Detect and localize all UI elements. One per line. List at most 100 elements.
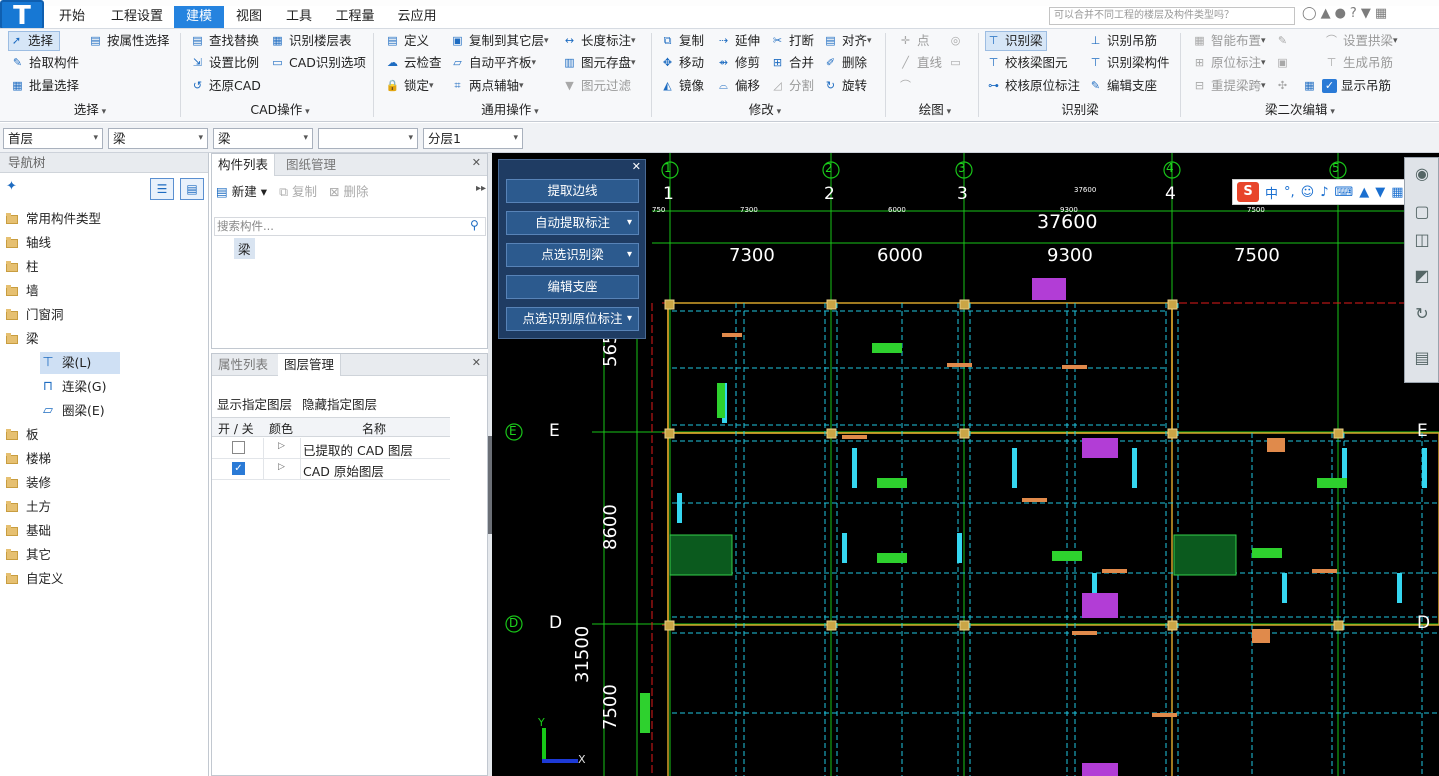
select-by-attribute-button[interactable]: ▤ 按属性选择 (88, 31, 169, 51)
skin-icon[interactable]: ▲ (1359, 185, 1369, 200)
tab-start[interactable]: 开始 (44, 6, 100, 28)
group-label-secondary[interactable]: 梁二次编辑 (1245, 101, 1355, 119)
tree-item-slab[interactable]: 板 (6, 424, 39, 446)
tree-item-other[interactable]: 其它 (6, 544, 51, 566)
auto-flush-slab-button[interactable]: ▱ 自动平齐板 (450, 53, 536, 73)
tree-item-foundation[interactable]: 基础 (6, 520, 51, 542)
list-view-icon[interactable]: ☰ (150, 178, 174, 200)
select-button[interactable]: ➚ 选择 (8, 31, 60, 51)
generate-hanger-button[interactable]: ⊤ 生成吊筋 (1324, 53, 1393, 73)
recognize-hanger-button[interactable]: ⊥ 识别吊筋 (1088, 31, 1157, 51)
floor-select[interactable]: 首层 (3, 128, 103, 149)
extract-edge-button[interactable]: 提取边线 (506, 179, 639, 203)
extend-button[interactable]: ⇢ 延伸 (716, 31, 760, 51)
tree-item-column[interactable]: 柱 (6, 256, 39, 278)
new-button[interactable]: ▤ 新建 ▾ (216, 181, 267, 200)
check-beam-element-button[interactable]: ⊤ 校核梁图元 (986, 53, 1068, 73)
expand-icon[interactable]: ▷ (278, 441, 285, 451)
pick-component-button[interactable]: ✎ 拾取构件 (10, 53, 79, 73)
tab-view[interactable]: 视图 (226, 6, 272, 28)
view-3d-icon[interactable]: ▢ (1409, 200, 1435, 224)
card-view-icon[interactable]: ▤ (180, 178, 204, 200)
tool-icon-a[interactable]: ✎ (1275, 31, 1294, 51)
trim-button[interactable]: ⇴ 修剪 (716, 53, 760, 73)
tab-drawing-management[interactable]: 图纸管理 (280, 154, 342, 176)
tree-item-beam[interactable]: 梁 (6, 328, 39, 350)
component-search-input[interactable]: 搜索构件... (214, 217, 486, 236)
group-label-modify[interactable]: 修改 (720, 101, 810, 119)
help-search-input[interactable]: 可以合并不同工程的楼层及构件类型吗？ (1049, 7, 1295, 25)
layer-settings-icon[interactable]: ▤ (1409, 346, 1435, 370)
edit-support-panel-button[interactable]: 编辑支座 (506, 275, 639, 299)
set-arch-beam-button[interactable]: ⌒ 设置拱梁 (1324, 31, 1398, 51)
hide-layer-button[interactable]: 隐藏指定图层 (302, 394, 377, 413)
tab-property-list[interactable]: 属性列表 (212, 354, 274, 376)
tab-component-list[interactable]: 构件列表 (212, 154, 276, 176)
emoji-icon[interactable]: ☺ (1301, 185, 1315, 200)
tree-item-openings[interactable]: 门窗洞 (6, 304, 64, 326)
help-icon[interactable]: ? (1350, 6, 1357, 26)
group-label-common[interactable]: 通用操作 (450, 101, 570, 119)
element-filter-button[interactable]: ▼ 图元过滤 (562, 76, 631, 96)
mirror-button[interactable]: ◭ 镜像 (660, 76, 704, 96)
tree-item-wall[interactable]: 墙 (6, 280, 39, 302)
more-icon[interactable]: ▸▸ (476, 183, 486, 194)
split-button[interactable]: ◿ 分割 (770, 76, 814, 96)
tree-item-beam-l[interactable]: ⊤ 梁(L) (40, 352, 120, 374)
cad-options-button[interactable]: ▭ CAD识别选项 (270, 53, 366, 73)
move-button[interactable]: ✥ 移动 (660, 53, 704, 73)
break-button[interactable]: ✂ 打断 (770, 31, 814, 51)
close-icon[interactable]: ✕ (472, 356, 481, 369)
merge-button[interactable]: ⊞ 合并 (770, 53, 814, 73)
rectangle-tool-icon[interactable]: ▭ (948, 53, 967, 73)
cloud-check-button[interactable]: ☁ 云检查 (385, 53, 442, 73)
tab-cloud[interactable]: 云应用 (388, 6, 446, 28)
set-scale-button[interactable]: ⇲ 设置比例 (190, 53, 259, 73)
in-situ-annotation-button[interactable]: ⊞ 原位标注 (1192, 53, 1266, 73)
define-button[interactable]: ▤ 定义 (385, 31, 429, 51)
copy-to-other-floor-button[interactable]: ▣ 复制到其它层 (450, 31, 549, 51)
show-hanger-toggle[interactable]: ✓ 显示吊筋 (1322, 76, 1391, 96)
microphone-icon[interactable]: ♪ (1320, 185, 1328, 200)
edit-support-button[interactable]: ✎ 编辑支座 (1088, 76, 1157, 96)
restore-cad-button[interactable]: ↺ 还原CAD (190, 76, 261, 96)
delete-button[interactable]: ✐ 删除 (823, 53, 867, 73)
bell-icon[interactable]: ▲ (1321, 6, 1331, 26)
delete-component-button[interactable]: ⊠ 删除 (329, 181, 368, 200)
show-layer-button[interactable]: 显示指定图层 (217, 394, 292, 413)
align-button[interactable]: ▤ 对齐 (823, 31, 872, 51)
arc-tool-icon[interactable]: ⌒ (898, 76, 917, 96)
punctuation-icon[interactable]: °, (1284, 185, 1295, 200)
tree-item-ring-beam[interactable]: ▱ 圈梁(E) (40, 400, 105, 422)
line-button[interactable]: ╱ 直线 (898, 53, 942, 73)
check-in-situ-annotation-button[interactable]: ⊶ 校核原位标注 (986, 76, 1080, 96)
layer-checkbox[interactable] (232, 441, 245, 454)
point-button[interactable]: ✛ 点 (898, 31, 930, 51)
ime-language[interactable]: 中 (1265, 183, 1278, 202)
copy-component-button[interactable]: ⧉ 复制 (279, 181, 317, 200)
recognize-beam-button[interactable]: ⊤ 识别梁 (985, 31, 1047, 51)
user-icon[interactable]: ◯ (1302, 6, 1317, 26)
tree-item-custom[interactable]: 自定义 (6, 568, 64, 590)
tab-project-settings[interactable]: 工程设置 (104, 6, 170, 28)
sublayer-select[interactable]: 分层1 (423, 128, 523, 149)
smart-layout-button[interactable]: ▦ 智能布置 (1192, 31, 1266, 51)
close-icon[interactable]: ✕ (632, 160, 641, 173)
pin-icon[interactable]: ✦ (6, 179, 17, 194)
lock-button[interactable]: 🔒 锁定 (385, 76, 434, 96)
tree-item-axis[interactable]: 轴线 (6, 232, 51, 254)
keyboard-icon[interactable]: ⌨ (1335, 185, 1354, 200)
batch-select-button[interactable]: ▦ 批量选择 (10, 76, 79, 96)
tab-layer-management[interactable]: 图层管理 (278, 354, 342, 376)
component-item-beam[interactable]: 梁 (234, 238, 255, 259)
category-select[interactable]: 梁 (108, 128, 208, 149)
chat-icon[interactable]: ● (1335, 6, 1346, 26)
pick-recognize-beam-button[interactable]: 点选识别梁 (506, 243, 639, 267)
tool-icon-b[interactable]: ▣ (1275, 53, 1294, 73)
copy-button[interactable]: ⧉ 复制 (660, 31, 704, 51)
tree-item-earthwork[interactable]: 土方 (6, 496, 51, 518)
close-icon[interactable]: ✕ (472, 156, 481, 169)
component-select[interactable] (318, 128, 418, 149)
shirt-icon[interactable]: ▼ (1361, 6, 1371, 26)
offset-button[interactable]: ⌓ 偏移 (716, 76, 760, 96)
